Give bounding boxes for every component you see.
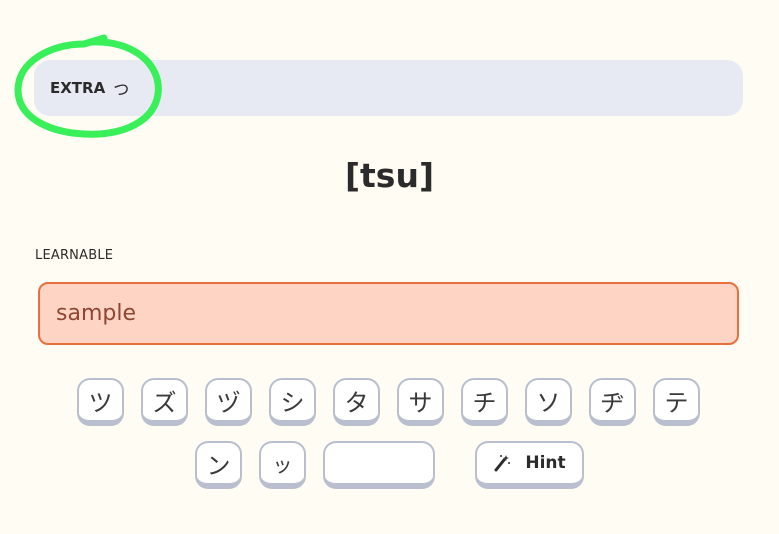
magic-wand-icon: [494, 455, 511, 472]
space-key[interactable]: [323, 441, 435, 489]
kana-key-zu[interactable]: ズ: [141, 378, 188, 426]
kana-key-shi[interactable]: シ: [269, 378, 316, 426]
keyboard-row-1: ツ ズ ヅ シ タ サ チ ソ ヂ テ: [0, 378, 779, 428]
kana-key-small-tsu[interactable]: ッ: [259, 441, 306, 489]
kana-key-di[interactable]: ヂ: [589, 378, 636, 426]
keyboard-row-2: ン ッ Hint: [0, 441, 779, 491]
hint-label: Hint: [525, 453, 566, 473]
page: EXTRA つ [tsu] LEARNABLE ツ ズ ヅ シ タ サ チ ソ …: [0, 0, 779, 534]
kana-key-te[interactable]: テ: [653, 378, 700, 426]
answer-input[interactable]: [38, 282, 739, 345]
kana-key-n[interactable]: ン: [195, 441, 242, 489]
kana-key-so[interactable]: ソ: [525, 378, 572, 426]
kana-key-tsu[interactable]: ツ: [77, 378, 124, 426]
prompt-tag: EXTRA: [50, 79, 106, 97]
prompt-kana: つ: [113, 80, 130, 99]
kana-key-sa[interactable]: サ: [397, 378, 444, 426]
prompt-bar: EXTRA つ: [34, 60, 743, 116]
romaji-heading: [tsu]: [344, 156, 435, 195]
section-label: LEARNABLE: [35, 248, 114, 263]
kana-key-chi[interactable]: チ: [461, 378, 508, 426]
hint-button[interactable]: Hint: [475, 441, 584, 489]
kana-key-du[interactable]: ヅ: [205, 378, 252, 426]
kana-key-ta[interactable]: タ: [333, 378, 380, 426]
